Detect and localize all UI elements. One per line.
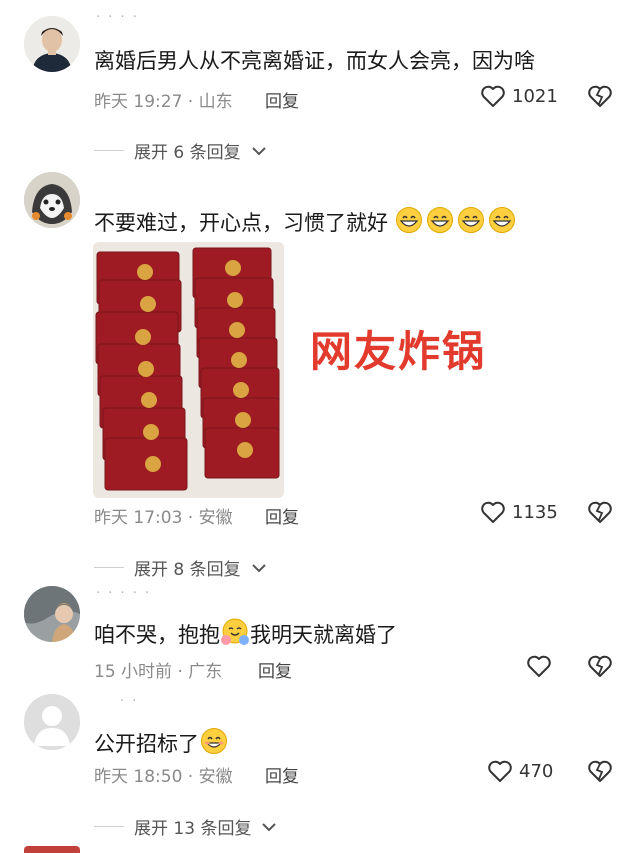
chevron-down-icon bbox=[262, 822, 277, 831]
expand-label: 展开 13 条回复 bbox=[134, 819, 252, 839]
reply-button[interactable]: 回复 bbox=[265, 87, 299, 112]
divider bbox=[94, 150, 124, 151]
like-count: 1021 bbox=[512, 85, 558, 107]
broken-heart-icon bbox=[588, 655, 612, 677]
broken-heart-icon bbox=[588, 85, 612, 107]
avatar[interactable] bbox=[24, 16, 80, 72]
smiling-emoji bbox=[199, 727, 229, 763]
broken-heart-icon bbox=[588, 760, 612, 782]
expand-label: 展开 8 条回复 bbox=[134, 560, 241, 580]
like-button[interactable]: 1135 bbox=[480, 500, 558, 524]
like-button[interactable]: 1021 bbox=[480, 84, 558, 108]
like-count: 470 bbox=[519, 760, 554, 782]
username[interactable]: · · bbox=[120, 694, 138, 709]
comment-text: 离婚后男人从不亮离婚证，而女人会亮，因为啥 bbox=[94, 49, 535, 73]
divider bbox=[94, 567, 124, 568]
heart-outline-icon bbox=[488, 760, 512, 782]
reply-button[interactable]: 回复 bbox=[265, 762, 299, 787]
comment-text: 公开招标了 bbox=[94, 727, 229, 763]
broken-heart-icon bbox=[588, 501, 612, 523]
comment-text-content: 不要难过，开心点，习惯了就好 bbox=[94, 211, 388, 235]
grinning-emoji bbox=[395, 206, 517, 242]
comment-text: 咱不哭，抱抱 我明天就离婚了 bbox=[94, 618, 397, 654]
comment-meta: 15 小时前 · 广东 bbox=[94, 662, 223, 682]
avatar[interactable] bbox=[24, 694, 80, 750]
expand-replies[interactable]: 展开 8 条回复 bbox=[94, 555, 267, 580]
heart-outline-icon bbox=[481, 85, 505, 107]
username[interactable]: · · · · bbox=[96, 10, 139, 25]
avatar[interactable] bbox=[24, 586, 80, 642]
comment-text-before: 咱不哭，抱抱 bbox=[94, 623, 220, 647]
comment-meta: 昨天 19:27 · 山东 bbox=[94, 92, 233, 112]
like-count: 1135 bbox=[512, 501, 558, 523]
username[interactable]: · · · · · bbox=[96, 586, 151, 601]
reply-button[interactable]: 回复 bbox=[258, 657, 292, 682]
expand-replies[interactable]: 展开 6 条回复 bbox=[94, 138, 267, 163]
comment-text: 不要难过，开心点，习惯了就好 bbox=[94, 206, 517, 242]
next-comment-partial bbox=[24, 846, 80, 853]
heart-outline-icon bbox=[481, 501, 505, 523]
divider bbox=[94, 826, 124, 827]
comment-meta: 昨天 17:03 · 安徽 bbox=[94, 508, 233, 528]
like-button[interactable] bbox=[526, 654, 558, 678]
hugging-emoji bbox=[220, 618, 250, 654]
like-button[interactable]: 470 bbox=[487, 759, 553, 783]
comment-text-content: 公开招标了 bbox=[94, 732, 199, 756]
comment-photo[interactable] bbox=[93, 242, 284, 498]
dislike-button[interactable] bbox=[587, 84, 613, 112]
expand-label: 展开 6 条回复 bbox=[134, 143, 241, 163]
reply-button[interactable]: 回复 bbox=[265, 503, 299, 528]
dislike-button[interactable] bbox=[587, 500, 613, 528]
chevron-down-icon bbox=[251, 146, 266, 155]
heart-outline-icon bbox=[527, 655, 551, 677]
dislike-button[interactable] bbox=[587, 759, 613, 787]
chevron-down-icon bbox=[251, 563, 266, 572]
comment-meta: 昨天 18:50 · 安徽 bbox=[94, 767, 233, 787]
expand-replies[interactable]: 展开 13 条回复 bbox=[94, 814, 277, 839]
comment-text-after: 我明天就离婚了 bbox=[250, 623, 397, 647]
image-overlay-text: 网友炸锅 bbox=[310, 327, 487, 376]
dislike-button[interactable] bbox=[587, 654, 613, 682]
avatar[interactable] bbox=[24, 172, 80, 228]
